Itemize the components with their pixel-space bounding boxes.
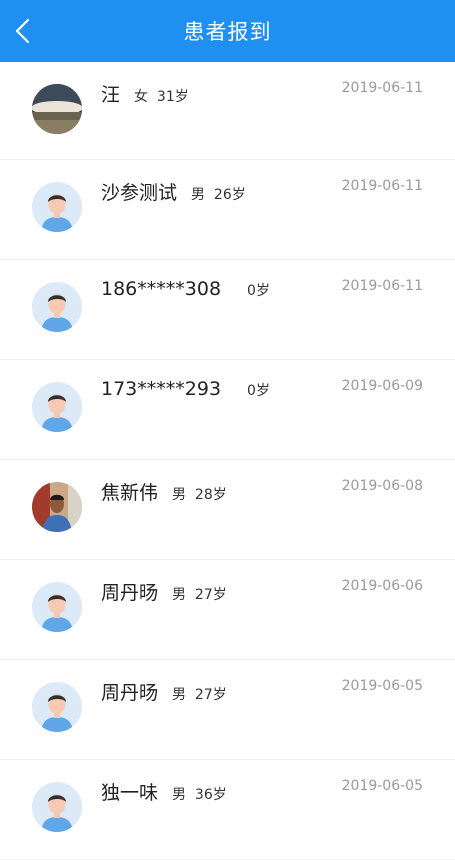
patient-name-line: 沙参测试男 26岁 [101, 178, 246, 205]
avatar-default-person-icon [32, 282, 82, 332]
app-header: 患者报到 [0, 0, 455, 62]
patient-gender-age: 男 28岁 [172, 487, 227, 503]
patient-name: 汪 [101, 84, 121, 106]
patient-age: 27岁 [194, 687, 227, 703]
report-date: 2019-06-05 [341, 678, 423, 694]
patient-name-line: 独一味男 36岁 [101, 778, 227, 805]
patient-name-line: 周丹旸男 27岁 [101, 678, 227, 705]
patient-name: 独一味 [101, 782, 159, 804]
avatar-default-person-icon [32, 682, 82, 732]
patient-age: 27岁 [194, 587, 227, 603]
patient-gender-age: 0岁 [247, 383, 270, 399]
report-date: 2019-06-06 [341, 578, 423, 594]
patient-gender: 女 [134, 89, 149, 105]
patient-row[interactable]: 焦新伟男 28岁 2019-06-08 [0, 460, 455, 560]
report-date: 2019-06-11 [341, 80, 423, 96]
avatar-default-person-icon [32, 582, 82, 632]
patient-age: 36岁 [194, 787, 227, 803]
report-date: 2019-06-05 [341, 778, 423, 794]
patient-gender: 男 [172, 687, 187, 703]
patient-row[interactable]: 周丹旸男 27岁 2019-06-06 [0, 560, 455, 660]
patient-gender-age: 男 27岁 [172, 687, 227, 703]
patient-gender-age: 男 27岁 [172, 587, 227, 603]
avatar-default-person-icon [32, 782, 82, 832]
patient-name-line: 173*****293 0岁 [101, 378, 270, 400]
patient-row[interactable]: 汪女 31岁 2019-06-11 [0, 62, 455, 160]
patient-row[interactable]: 186*****308 0岁 2019-06-11 [0, 260, 455, 360]
patient-age: 0岁 [247, 283, 270, 299]
report-date: 2019-06-08 [341, 478, 423, 494]
patient-name: 186*****308 [101, 278, 222, 300]
patient-name-line: 焦新伟男 28岁 [101, 478, 227, 505]
patient-list: 汪女 31岁 2019-06-11 沙参测试男 26岁 2019-06-11 186**… [0, 62, 455, 860]
patient-name: 周丹旸 [101, 682, 159, 704]
patient-gender-age: 女 31岁 [134, 89, 189, 105]
patient-row[interactable]: 独一味男 36岁 2019-06-05 [0, 760, 455, 860]
patient-gender-age: 0岁 [247, 283, 270, 299]
avatar-default-person-icon [32, 382, 82, 432]
patient-name: 焦新伟 [101, 482, 159, 504]
patient-gender: 男 [191, 187, 206, 203]
patient-name-line: 186*****308 0岁 [101, 278, 270, 300]
report-date: 2019-06-11 [341, 178, 423, 194]
patient-name-line: 汪女 31岁 [101, 80, 189, 107]
patient-age: 31岁 [156, 89, 189, 105]
patient-name: 沙参测试 [101, 182, 178, 204]
patient-gender: 男 [172, 587, 187, 603]
patient-gender-age: 男 26岁 [191, 187, 246, 203]
avatar-photo [32, 482, 82, 532]
patient-age: 26岁 [213, 187, 246, 203]
page-title: 患者报到 [183, 20, 272, 44]
patient-gender: 男 [172, 787, 187, 803]
report-date: 2019-06-11 [341, 278, 423, 294]
patient-age: 0岁 [247, 383, 270, 399]
patient-name-line: 周丹旸男 27岁 [101, 578, 227, 605]
patient-name: 173*****293 [101, 378, 222, 400]
avatar-photo [32, 84, 82, 134]
patient-age: 28岁 [194, 487, 227, 503]
patient-row[interactable]: 周丹旸男 27岁 2019-06-05 [0, 660, 455, 760]
patient-row[interactable]: 沙参测试男 26岁 2019-06-11 [0, 160, 455, 260]
patient-gender: 男 [172, 487, 187, 503]
patient-name: 周丹旸 [101, 582, 159, 604]
patient-gender-age: 男 36岁 [172, 787, 227, 803]
patient-row[interactable]: 173*****293 0岁 2019-06-09 [0, 360, 455, 460]
avatar-default-person-icon [32, 182, 82, 232]
report-date: 2019-06-09 [341, 378, 423, 394]
